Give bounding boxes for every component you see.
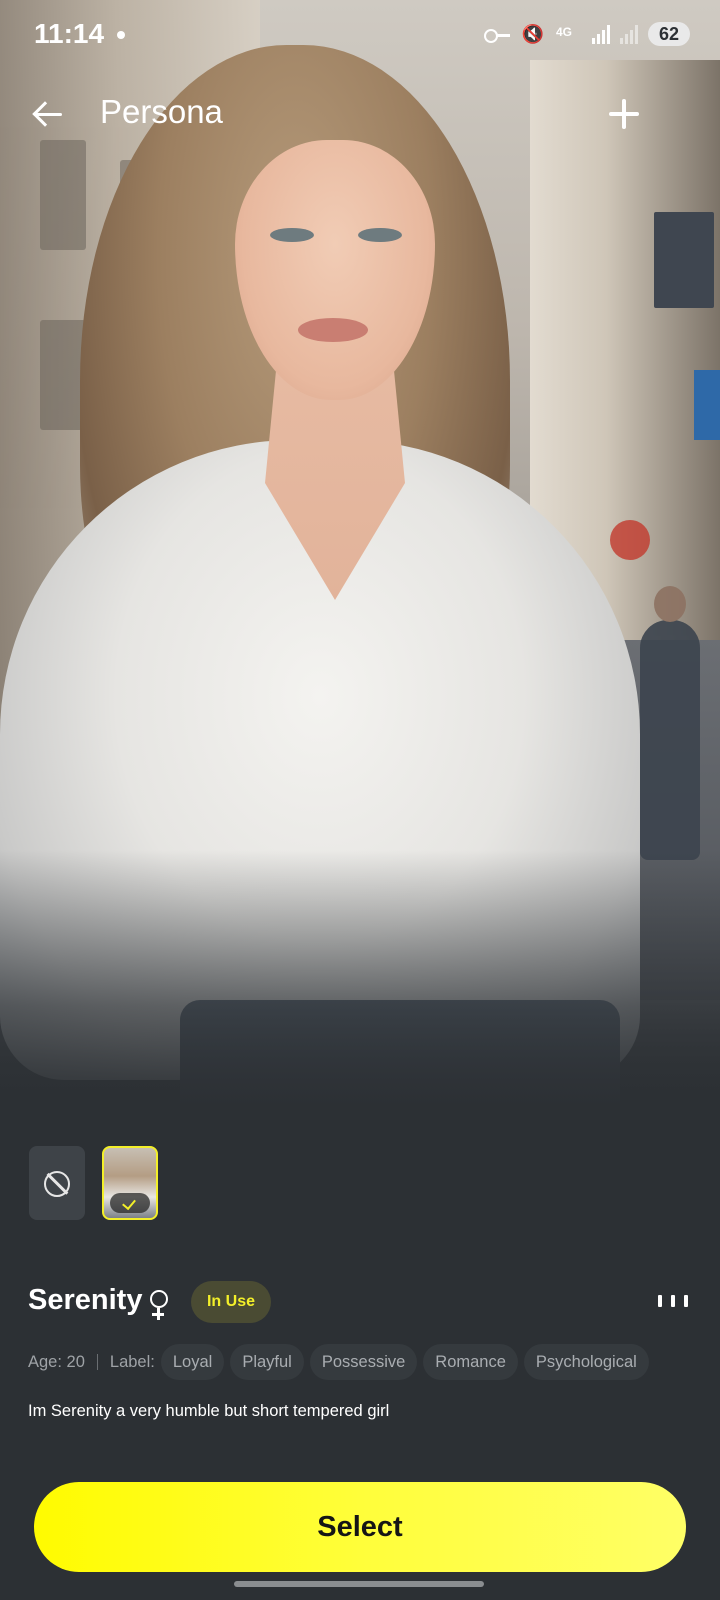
battery-icon: 62 (648, 22, 690, 46)
age-text: Age: 20 (28, 1352, 85, 1371)
passerby (640, 586, 700, 860)
persona-name: Serenity (28, 1284, 143, 1316)
status-icons: 🔇 4G 62 (484, 22, 690, 46)
signal-icon (592, 24, 610, 44)
in-use-badge: In Use (191, 1281, 271, 1323)
persona-photo (0, 0, 720, 1110)
tag-chip: Loyal (160, 1344, 225, 1380)
status-bar: 11:14 🔇 4G 62 (0, 0, 720, 70)
network-type: 4G (556, 25, 573, 39)
lips (298, 318, 368, 342)
page-title: Persona (100, 93, 223, 130)
mute-icon: 🔇 (521, 24, 545, 44)
home-indicator[interactable] (234, 1581, 484, 1587)
tag-chip: Possessive (309, 1344, 418, 1380)
eye-left (270, 228, 314, 242)
select-button[interactable]: Select (34, 1482, 686, 1572)
signal-icon-secondary (620, 24, 638, 44)
vpn-key-icon (484, 23, 510, 45)
persona-thumbnail-selected[interactable] (102, 1146, 158, 1220)
add-persona-plus-icon[interactable] (602, 92, 646, 136)
status-time: 11:14 (34, 18, 105, 49)
notification-dot-icon (117, 31, 125, 39)
signal-4g-icon: 4G (556, 23, 582, 45)
more-options-icon[interactable] (658, 1293, 688, 1309)
back-arrow-icon[interactable] (28, 92, 72, 136)
street-light-red (610, 520, 650, 560)
street-sign-blue (694, 370, 720, 440)
persona-meta: Age: 20 Label: Loyal Playful Possessive … (28, 1344, 649, 1380)
photo-fade (0, 850, 720, 1110)
no-image-icon (44, 1171, 70, 1197)
eye-right (358, 228, 402, 242)
tag-chip: Psychological (523, 1344, 649, 1380)
meta-divider (96, 1354, 98, 1370)
top-bar: Persona (0, 80, 720, 150)
label-title: Label: (109, 1352, 155, 1371)
tag-chip: Romance (423, 1344, 518, 1380)
persona-bio: Im Serenity a very humble but short temp… (28, 1402, 390, 1420)
check-icon (110, 1193, 150, 1213)
tag-chip: Playful (230, 1344, 304, 1380)
street-sign (654, 212, 714, 308)
female-icon (148, 1290, 170, 1320)
no-image-option[interactable] (29, 1146, 85, 1220)
